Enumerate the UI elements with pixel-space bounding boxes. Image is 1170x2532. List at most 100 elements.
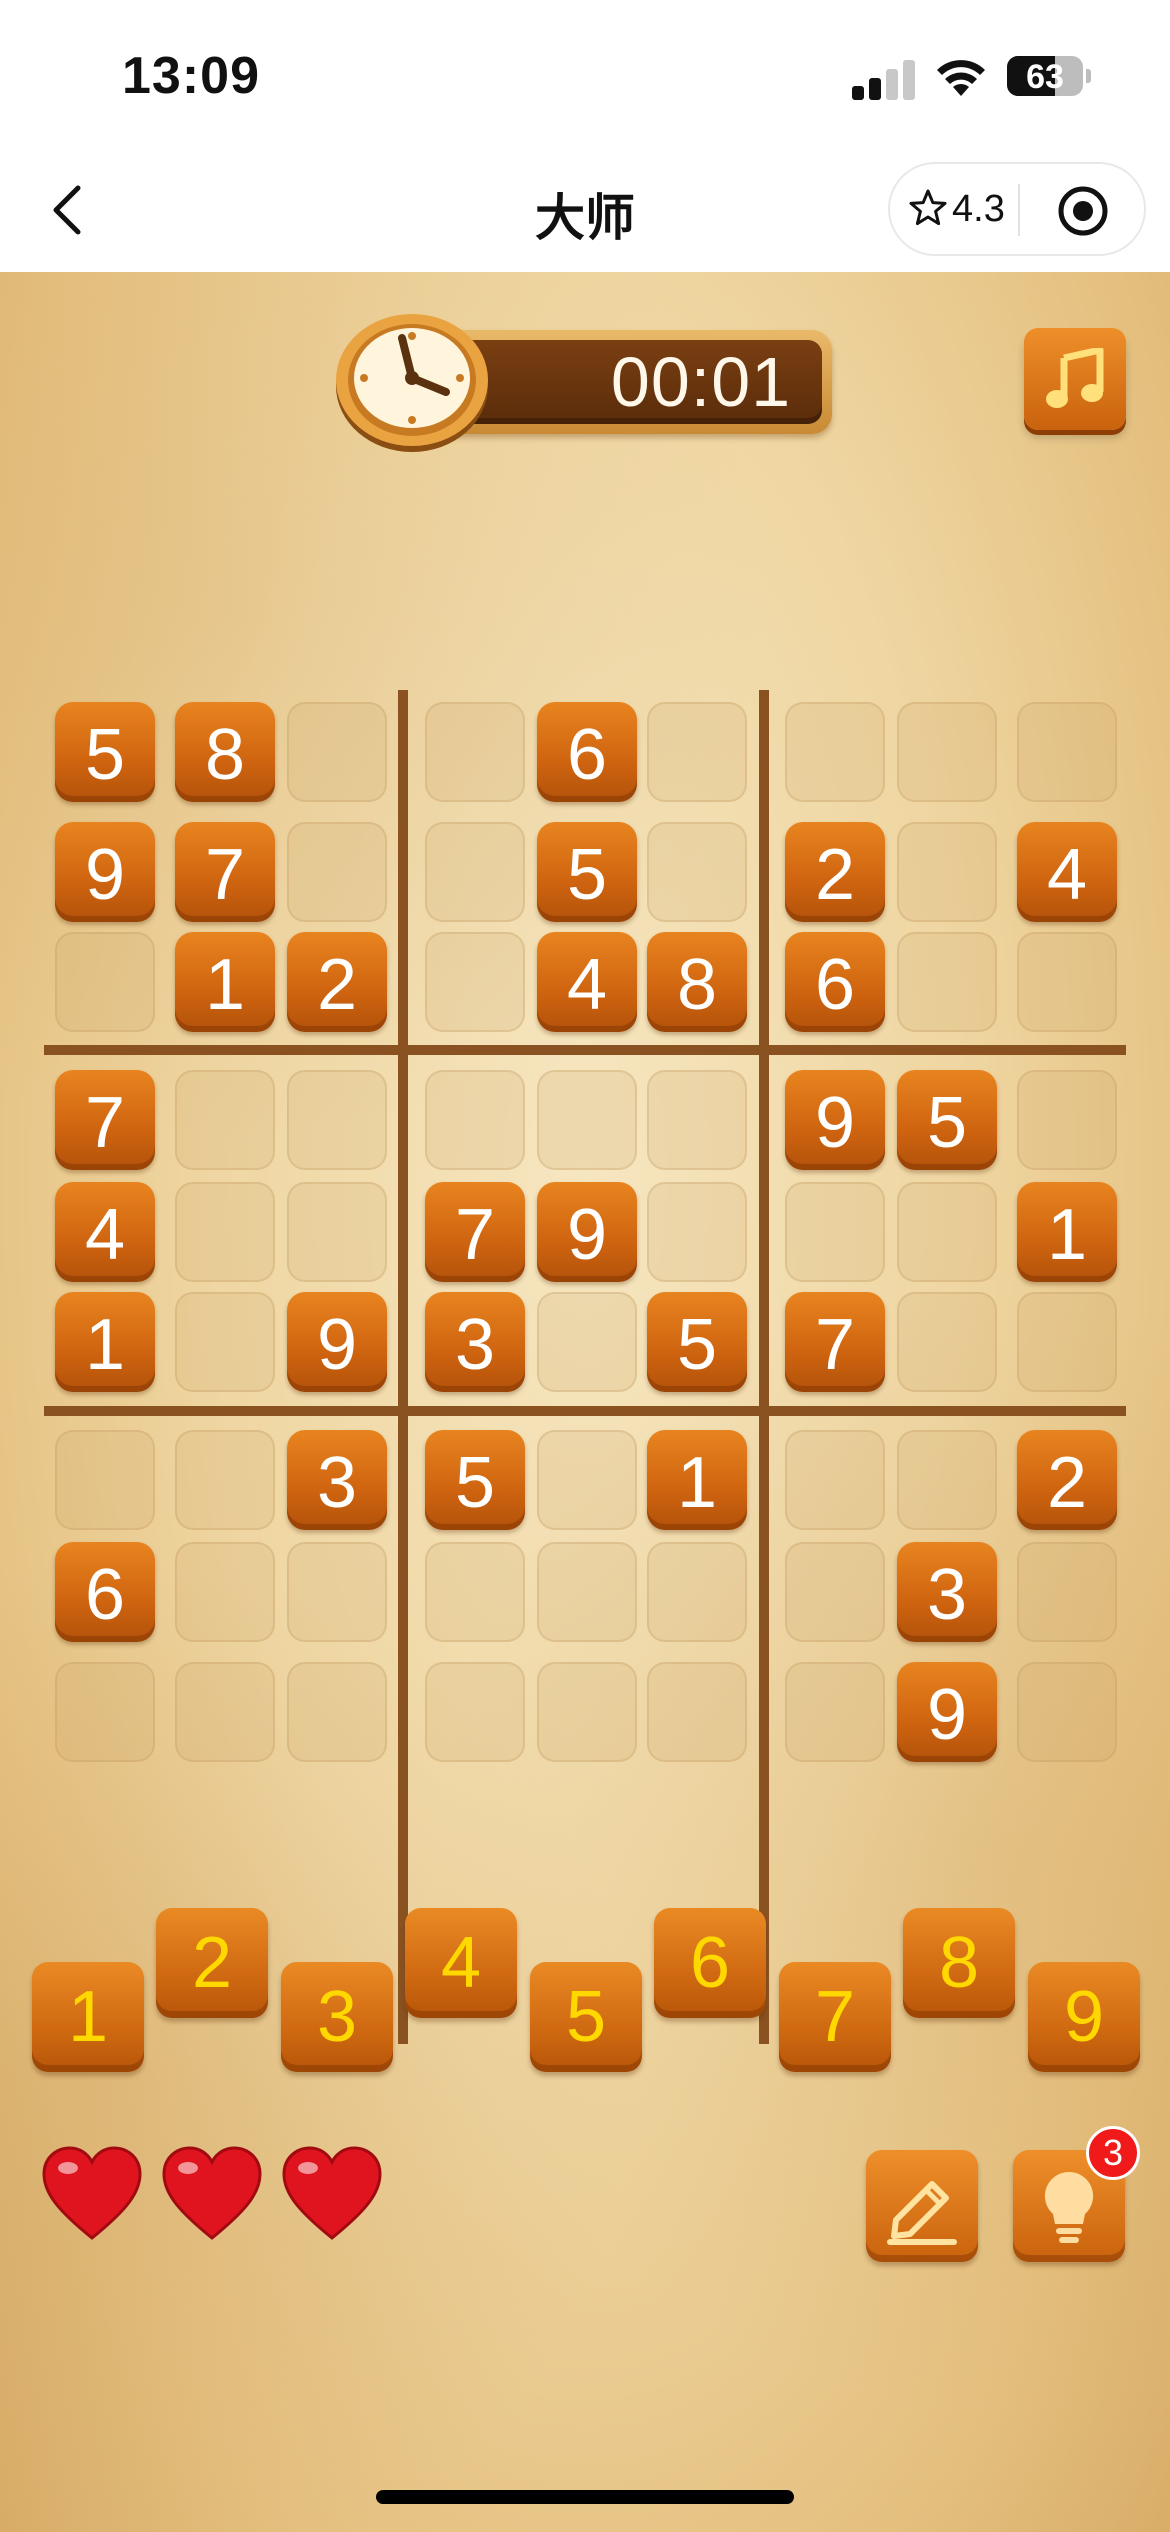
cell-digit: 9 bbox=[926, 1675, 968, 1755]
sudoku-cell-r6c4[interactable]: 3 bbox=[425, 1292, 525, 1392]
sudoku-cell-r9c8[interactable]: 9 bbox=[897, 1662, 997, 1762]
sudoku-cell-r2c5[interactable]: 5 bbox=[537, 822, 637, 922]
cell-digit: 2 bbox=[1046, 1443, 1088, 1523]
sudoku-cell-r3c7[interactable]: 6 bbox=[785, 932, 885, 1032]
sudoku-cell-r9c6[interactable] bbox=[647, 1662, 747, 1762]
sudoku-cell-r1c4[interactable] bbox=[425, 702, 525, 802]
sudoku-cell-r7c8[interactable] bbox=[897, 1430, 997, 1530]
sudoku-cell-r8c9[interactable] bbox=[1017, 1542, 1117, 1642]
sudoku-cell-r1c7[interactable] bbox=[785, 702, 885, 802]
sudoku-cell-r7c7[interactable] bbox=[785, 1430, 885, 1530]
sudoku-cell-r9c9[interactable] bbox=[1017, 1662, 1117, 1762]
sudoku-cell-r2c3[interactable] bbox=[287, 822, 387, 922]
sudoku-cell-r5c4[interactable]: 7 bbox=[425, 1182, 525, 1282]
number-pad-3[interactable]: 3 bbox=[281, 1962, 393, 2072]
sudoku-cell-r3c1[interactable] bbox=[55, 932, 155, 1032]
sudoku-cell-r2c6[interactable] bbox=[647, 822, 747, 922]
sudoku-cell-r8c4[interactable] bbox=[425, 1542, 525, 1642]
sudoku-cell-r1c6[interactable] bbox=[647, 702, 747, 802]
sudoku-cell-r8c2[interactable] bbox=[175, 1542, 275, 1642]
sudoku-cell-r6c1[interactable]: 1 bbox=[55, 1292, 155, 1392]
sudoku-cell-r6c2[interactable] bbox=[175, 1292, 275, 1392]
close-target-icon[interactable] bbox=[1056, 184, 1110, 238]
sudoku-cell-r1c8[interactable] bbox=[897, 702, 997, 802]
sudoku-cell-r3c5[interactable]: 4 bbox=[537, 932, 637, 1032]
sudoku-cell-r5c9[interactable]: 1 bbox=[1017, 1182, 1117, 1282]
sudoku-cell-r4c1[interactable]: 7 bbox=[55, 1070, 155, 1170]
sudoku-cell-r8c6[interactable] bbox=[647, 1542, 747, 1642]
sudoku-cell-r3c3[interactable]: 2 bbox=[287, 932, 387, 1032]
sudoku-cell-r9c4[interactable] bbox=[425, 1662, 525, 1762]
sudoku-cell-r5c3[interactable] bbox=[287, 1182, 387, 1282]
sudoku-cell-r2c2[interactable]: 7 bbox=[175, 822, 275, 922]
number-pad-7[interactable]: 7 bbox=[779, 1962, 891, 2072]
sudoku-cell-r6c8[interactable] bbox=[897, 1292, 997, 1392]
sudoku-cell-r3c8[interactable] bbox=[897, 932, 997, 1032]
cell-digit: 8 bbox=[676, 945, 718, 1025]
sudoku-cell-r7c4[interactable]: 5 bbox=[425, 1430, 525, 1530]
sudoku-cell-r9c3[interactable] bbox=[287, 1662, 387, 1762]
sudoku-cell-r8c7[interactable] bbox=[785, 1542, 885, 1642]
sudoku-cell-r3c9[interactable] bbox=[1017, 932, 1117, 1032]
sudoku-cell-r7c9[interactable]: 2 bbox=[1017, 1430, 1117, 1530]
rating-value[interactable]: 4.3 bbox=[952, 188, 1005, 231]
sudoku-cell-r2c4[interactable] bbox=[425, 822, 525, 922]
sudoku-cell-r1c9[interactable] bbox=[1017, 702, 1117, 802]
pencil-button[interactable] bbox=[866, 2150, 978, 2262]
number-pad-4[interactable]: 4 bbox=[405, 1908, 517, 2018]
sudoku-cell-r5c5[interactable]: 9 bbox=[537, 1182, 637, 1282]
sudoku-cell-r5c7[interactable] bbox=[785, 1182, 885, 1282]
sudoku-cell-r2c8[interactable] bbox=[897, 822, 997, 922]
sudoku-cell-r8c1[interactable]: 6 bbox=[55, 1542, 155, 1642]
sudoku-cell-r6c3[interactable]: 9 bbox=[287, 1292, 387, 1392]
sudoku-cell-r7c5[interactable] bbox=[537, 1430, 637, 1530]
sudoku-cell-r3c4[interactable] bbox=[425, 932, 525, 1032]
sudoku-cell-r4c6[interactable] bbox=[647, 1070, 747, 1170]
sudoku-cell-r7c2[interactable] bbox=[175, 1430, 275, 1530]
sudoku-cell-r2c7[interactable]: 2 bbox=[785, 822, 885, 922]
number-pad-6[interactable]: 6 bbox=[654, 1908, 766, 2018]
sudoku-cell-r9c2[interactable] bbox=[175, 1662, 275, 1762]
sudoku-cell-r2c1[interactable]: 9 bbox=[55, 822, 155, 922]
sudoku-cell-r1c1[interactable]: 5 bbox=[55, 702, 155, 802]
sudoku-cell-r8c5[interactable] bbox=[537, 1542, 637, 1642]
number-pad-2[interactable]: 2 bbox=[156, 1908, 268, 2018]
sudoku-cell-r2c9[interactable]: 4 bbox=[1017, 822, 1117, 922]
sudoku-cell-r8c8[interactable]: 3 bbox=[897, 1542, 997, 1642]
sudoku-cell-r4c2[interactable] bbox=[175, 1070, 275, 1170]
star-icon[interactable] bbox=[908, 188, 948, 228]
sudoku-cell-r4c8[interactable]: 5 bbox=[897, 1070, 997, 1170]
sudoku-cell-r6c7[interactable]: 7 bbox=[785, 1292, 885, 1392]
sudoku-cell-r4c9[interactable] bbox=[1017, 1070, 1117, 1170]
sudoku-cell-r6c6[interactable]: 5 bbox=[647, 1292, 747, 1392]
sudoku-cell-r4c5[interactable] bbox=[537, 1070, 637, 1170]
sudoku-cell-r7c1[interactable] bbox=[55, 1430, 155, 1530]
sudoku-cell-r9c5[interactable] bbox=[537, 1662, 637, 1762]
sudoku-cell-r7c6[interactable]: 1 bbox=[647, 1430, 747, 1530]
sudoku-cell-r5c6[interactable] bbox=[647, 1182, 747, 1282]
sudoku-cell-r1c3[interactable] bbox=[287, 702, 387, 802]
sudoku-cell-r9c7[interactable] bbox=[785, 1662, 885, 1762]
cell-digit: 4 bbox=[566, 945, 608, 1025]
sudoku-cell-r6c5[interactable] bbox=[537, 1292, 637, 1392]
number-pad-5[interactable]: 5 bbox=[530, 1962, 642, 2072]
sudoku-cell-r1c2[interactable]: 8 bbox=[175, 702, 275, 802]
sudoku-cell-r5c8[interactable] bbox=[897, 1182, 997, 1282]
number-pad-9[interactable]: 9 bbox=[1028, 1962, 1140, 2072]
sudoku-cell-r6c9[interactable] bbox=[1017, 1292, 1117, 1392]
sudoku-cell-r7c3[interactable]: 3 bbox=[287, 1430, 387, 1530]
cell-digit: 3 bbox=[926, 1555, 968, 1635]
sudoku-cell-r9c1[interactable] bbox=[55, 1662, 155, 1762]
sudoku-cell-r5c2[interactable] bbox=[175, 1182, 275, 1282]
cell-digit: 4 bbox=[84, 1195, 126, 1275]
sudoku-cell-r4c4[interactable] bbox=[425, 1070, 525, 1170]
number-pad-8[interactable]: 8 bbox=[903, 1908, 1015, 2018]
number-pad-1[interactable]: 1 bbox=[32, 1962, 144, 2072]
sudoku-cell-r5c1[interactable]: 4 bbox=[55, 1182, 155, 1282]
sudoku-cell-r8c3[interactable] bbox=[287, 1542, 387, 1642]
sudoku-cell-r3c6[interactable]: 8 bbox=[647, 932, 747, 1032]
sudoku-cell-r4c7[interactable]: 9 bbox=[785, 1070, 885, 1170]
sudoku-cell-r3c2[interactable]: 1 bbox=[175, 932, 275, 1032]
sudoku-cell-r4c3[interactable] bbox=[287, 1070, 387, 1170]
sudoku-cell-r1c5[interactable]: 6 bbox=[537, 702, 637, 802]
